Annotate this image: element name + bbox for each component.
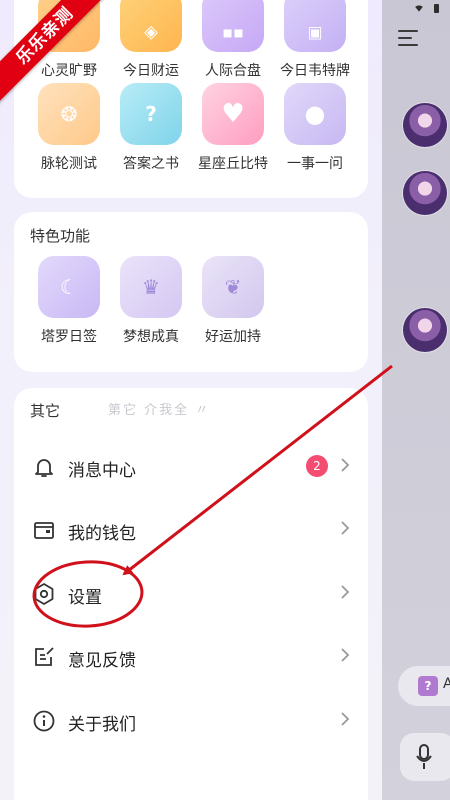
grid-item-qiubite[interactable]: ♥ 星座丘比特 — [192, 83, 274, 173]
feature-section-title: 特色功能 — [30, 227, 91, 245]
battery-icon — [434, 3, 439, 13]
grid-item-daan[interactable]: ? 答案之书 — [110, 83, 192, 173]
status-bar — [414, 0, 439, 16]
feature-item-label: 好运加持 — [205, 329, 261, 345]
grid-item-caiyun[interactable]: ◈ 今日财运 — [110, 0, 192, 80]
coin-icon: ◈ — [120, 0, 182, 52]
list-item-settings[interactable]: 设置 — [14, 564, 368, 624]
grid-item-yishi[interactable]: ● 一事一问 — [274, 83, 356, 173]
settings-icon — [34, 583, 54, 605]
menu-icon[interactable] — [398, 30, 418, 46]
tarot-card-icon: ▣ — [284, 0, 346, 52]
feature-item-label: 塔罗日签 — [41, 329, 97, 345]
grid-item-label: 人际合盘 — [205, 63, 261, 79]
chevron-right-icon — [341, 521, 350, 535]
list-item-about[interactable]: 关于我们 — [14, 691, 368, 751]
bell-icon — [35, 459, 53, 477]
wallet-icon — [34, 522, 54, 539]
wifi-icon — [414, 4, 424, 12]
side-drawer: 心灵旷野 ◈ 今日财运 ▪▪ 人际合盘 ▣ 今日韦特牌 ❂ 脉轮测试 ? 答案之… — [0, 0, 382, 800]
list-item-label: 关于我们 — [68, 715, 136, 735]
microphone-icon — [416, 744, 432, 769]
chip-label: A — [443, 676, 450, 692]
grid-item-mailun[interactable]: ❂ 脉轮测试 — [28, 83, 110, 173]
chevron-right-icon — [341, 648, 350, 662]
list-item-label: 意见反馈 — [68, 651, 136, 671]
chevron-right-icon — [341, 458, 350, 472]
grid-item-label: 答案之书 — [123, 156, 179, 172]
list-item-label: 消息中心 — [68, 461, 136, 481]
feedback-icon — [35, 647, 54, 666]
grid-item-label: 心灵旷野 — [41, 63, 97, 79]
grid-item-label: 星座丘比特 — [198, 156, 268, 172]
other-section-title: 其它 — [30, 402, 61, 420]
grid-item-label: 脉轮测试 — [41, 156, 97, 172]
grid-item-weite[interactable]: ▣ 今日韦特牌 — [274, 0, 356, 80]
list-item-messages[interactable]: 消息中心 2 — [14, 437, 368, 497]
list-item-label: 我的钱包 — [68, 524, 136, 544]
list-item-wallet[interactable]: 我的钱包 — [14, 500, 368, 560]
list-item-label: 设置 — [68, 588, 102, 608]
chevron-right-icon — [341, 585, 350, 599]
luck-leaf-icon: ❦ — [202, 256, 264, 318]
info-icon — [33, 710, 55, 732]
chevron-right-icon — [341, 712, 350, 726]
feature-item-label: 梦想成真 — [123, 329, 179, 345]
grid-item-label: 一事一问 — [287, 156, 343, 172]
list-item-feedback[interactable]: 意见反馈 — [14, 627, 368, 687]
feature-item-mengxiang[interactable]: ♛ 梦想成真 — [110, 256, 192, 346]
unread-count-badge: 2 — [306, 455, 328, 477]
assistant-avatar[interactable] — [403, 103, 447, 147]
moon-card-icon: ☾ — [38, 256, 100, 318]
people-icon: ▪▪ — [202, 0, 264, 52]
faint-overlay-text: 第它 介我全 〃 — [108, 403, 211, 418]
chakra-icon: ❂ — [38, 83, 100, 145]
dream-cup-icon: ♛ — [120, 256, 182, 318]
answer-book-icon: ? — [120, 83, 182, 145]
grid-item-label: 今日韦特牌 — [280, 63, 350, 79]
grid-item-label: 今日财运 — [123, 63, 179, 79]
cupid-heart-icon: ♥ — [202, 83, 264, 145]
question-box-icon: ? — [418, 676, 438, 696]
crystal-ball-icon: ● — [284, 83, 346, 145]
feature-item-taluo[interactable]: ☾ 塔罗日签 — [28, 256, 110, 346]
assistant-avatar[interactable] — [403, 171, 447, 215]
feature-item-haoyun[interactable]: ❦ 好运加持 — [192, 256, 274, 346]
grid-item-renji[interactable]: ▪▪ 人际合盘 — [192, 0, 274, 80]
assistant-avatar[interactable] — [403, 308, 447, 352]
